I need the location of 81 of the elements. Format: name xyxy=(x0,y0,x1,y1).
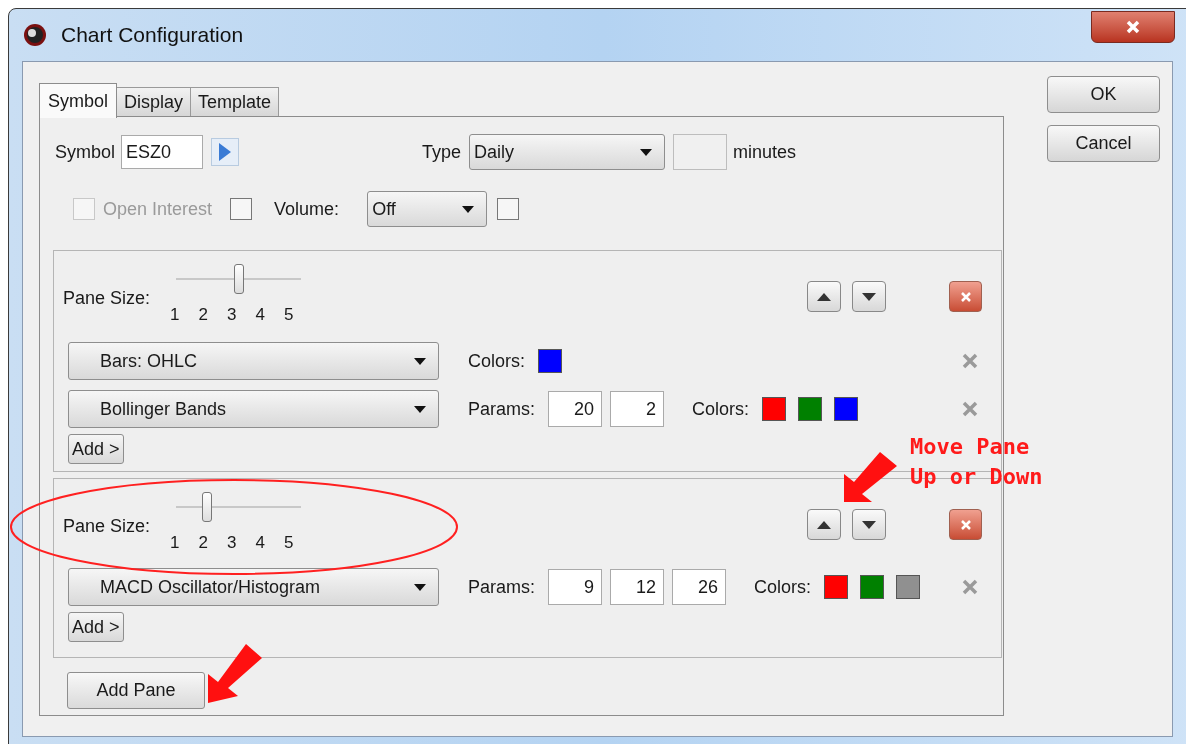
param-field[interactable]: 2 xyxy=(610,391,665,427)
checkbox-label: Open Interest xyxy=(103,197,213,221)
arrow-drawing xyxy=(844,452,897,502)
tick-label: 4 xyxy=(255,304,265,326)
dialog-button[interactable]: Cancel xyxy=(1047,125,1160,162)
param-field[interactable]: 9 xyxy=(548,569,603,605)
close-icon xyxy=(960,291,971,302)
field-label: Colors: xyxy=(754,575,812,599)
field-label: Symbol xyxy=(55,140,116,164)
field-label: Params: xyxy=(468,397,536,421)
dropdown[interactable]: Off xyxy=(367,191,488,227)
move-down-button[interactable] xyxy=(852,509,886,540)
field-label: Pane Size: xyxy=(63,287,151,310)
param-field[interactable]: 12 xyxy=(610,569,665,605)
symbol-field[interactable]: ESZ0 xyxy=(121,135,204,169)
slider-thumb[interactable] xyxy=(233,264,244,294)
field-label: Pane Size: xyxy=(63,515,151,538)
color-swatch[interactable] xyxy=(860,575,885,599)
color-swatch[interactable] xyxy=(538,349,562,373)
close-icon xyxy=(962,401,978,417)
tab[interactable]: Display xyxy=(116,87,192,117)
app-icon xyxy=(23,23,47,47)
color-swatch[interactable] xyxy=(834,397,859,421)
tick-label: 2 xyxy=(198,532,208,554)
close-icon xyxy=(960,519,971,530)
color-swatch[interactable] xyxy=(762,397,787,421)
add-study-button[interactable]: Add > xyxy=(68,434,124,464)
arrow-drawing xyxy=(208,644,262,703)
down-arrow-icon xyxy=(862,520,876,529)
field-label: Type xyxy=(422,140,462,164)
close-button[interactable] xyxy=(1091,11,1175,43)
dialog-button[interactable]: OK xyxy=(1047,76,1160,113)
caret-icon xyxy=(414,583,426,591)
field-label: Colors: xyxy=(692,397,750,421)
move-down-button[interactable] xyxy=(852,281,886,312)
tick-label: 4 xyxy=(255,532,265,554)
window-title: Chart Configuration xyxy=(61,22,244,49)
close-icon xyxy=(962,579,978,595)
color-swatch[interactable] xyxy=(824,575,849,599)
tick-label: 1 xyxy=(170,304,180,326)
tick-label: 3 xyxy=(226,304,237,326)
close-icon xyxy=(1125,19,1141,35)
up-arrow-icon xyxy=(817,520,831,529)
play-icon xyxy=(219,143,232,161)
annotation-text: Move Pane Up or Down xyxy=(910,433,1043,491)
color-swatch[interactable] xyxy=(896,575,921,599)
field-label: Volume: xyxy=(274,197,340,221)
tick-label: 5 xyxy=(283,304,294,326)
tab[interactable]: Symbol xyxy=(39,83,118,118)
tick-label: 1 xyxy=(170,532,180,554)
tick-label: 3 xyxy=(226,532,237,554)
add-study-button[interactable]: Add > xyxy=(68,612,124,642)
color-swatch[interactable] xyxy=(798,397,823,421)
interval-field[interactable] xyxy=(673,134,728,170)
tab[interactable]: Template xyxy=(190,87,280,117)
caret-icon xyxy=(462,205,475,213)
go-button[interactable] xyxy=(211,138,240,166)
param-field[interactable]: 26 xyxy=(672,569,727,605)
delete-pane-button[interactable] xyxy=(949,281,982,312)
caret-icon xyxy=(414,405,426,413)
field-label: Params: xyxy=(468,575,536,599)
checkbox[interactable] xyxy=(497,198,520,220)
dropdown[interactable]: Daily xyxy=(469,134,666,170)
add-pane-button[interactable]: Add Pane xyxy=(67,672,205,709)
unit-label: minutes xyxy=(733,140,797,164)
param-field[interactable]: 20 xyxy=(548,391,603,427)
close-icon xyxy=(962,353,978,369)
tick-label: 2 xyxy=(198,304,208,326)
up-arrow-icon xyxy=(817,292,831,301)
down-arrow-icon xyxy=(862,292,876,301)
move-up-button[interactable] xyxy=(807,281,841,312)
tick-label: 5 xyxy=(283,532,294,554)
dropdown[interactable]: Bars: OHLC xyxy=(68,342,439,380)
caret-icon xyxy=(640,148,653,156)
delete-pane-button[interactable] xyxy=(949,509,982,540)
caret-icon xyxy=(414,357,426,365)
field-label: Colors: xyxy=(468,349,525,373)
dropdown[interactable]: Bollinger Bands xyxy=(68,390,439,428)
dropdown[interactable]: MACD Oscillator/Histogram xyxy=(68,568,439,606)
slider-thumb[interactable] xyxy=(202,492,213,522)
move-up-button[interactable] xyxy=(807,509,841,540)
